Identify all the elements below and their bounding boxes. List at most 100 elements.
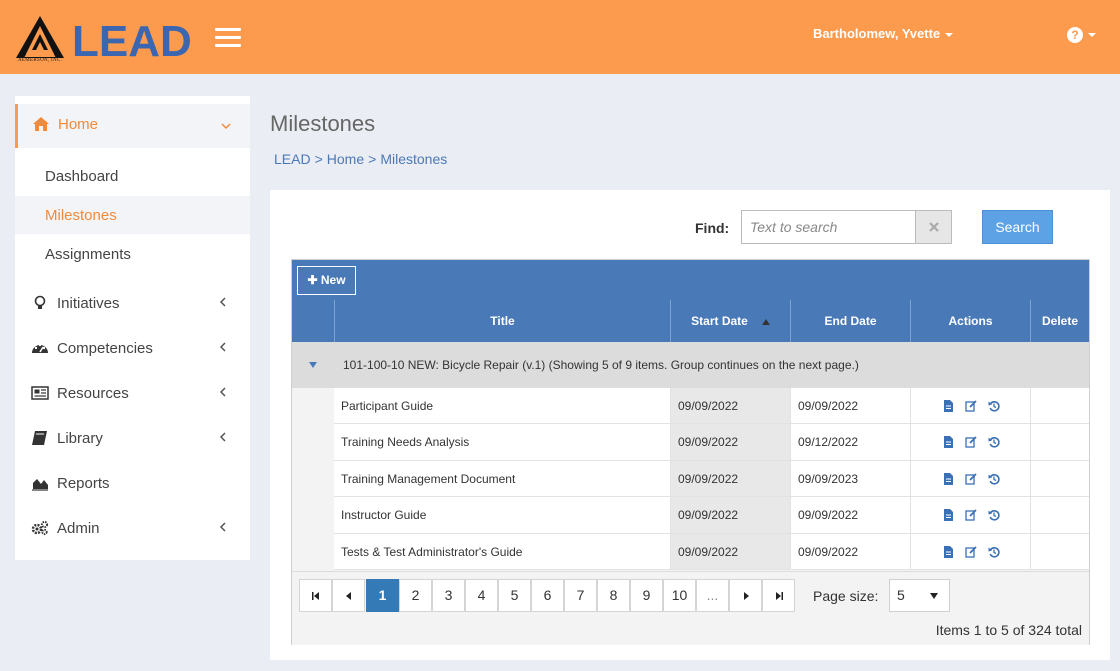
page-size-label: Page size:	[813, 588, 879, 604]
cell-actions	[910, 424, 1030, 460]
cell-end-date: 09/09/2022	[790, 497, 910, 533]
sidebar-subitem-label: Dashboard	[45, 168, 119, 185]
page-button-4[interactable]: 4	[465, 579, 498, 612]
sidebar-subitem-dashboard[interactable]: Dashboard	[15, 157, 250, 195]
breadcrumb-link-home[interactable]: Home	[327, 151, 364, 167]
sidebar-item-initiatives[interactable]: Initiatives	[15, 283, 250, 323]
group-header-row: 101-100-10 NEW: Bicycle Repair (v.1) (Sh…	[292, 342, 1089, 388]
history-icon[interactable]	[988, 509, 1000, 521]
group-column-header	[292, 300, 334, 342]
chevron-left-icon	[219, 432, 226, 442]
sidebar-item-resources[interactable]: Resources	[15, 373, 250, 413]
next-page-button[interactable]	[729, 579, 762, 612]
history-icon[interactable]	[988, 473, 1000, 485]
table-row[interactable]: Tests & Test Administrator's Guide 09/09…	[334, 533, 1089, 570]
cell-start-date: 09/09/2022	[670, 533, 790, 569]
sidebar-item-reports[interactable]: Reports	[15, 463, 250, 503]
caret-down-icon	[945, 32, 954, 37]
help-menu[interactable]: ?	[1067, 26, 1096, 44]
page-button-3[interactable]: 3	[432, 579, 465, 612]
cell-delete	[1030, 497, 1089, 533]
breadcrumb: LEAD > Home > Milestones	[274, 151, 447, 167]
cell-delete	[1030, 533, 1089, 569]
table-row[interactable]: Training Needs Analysis 09/09/2022 09/12…	[334, 424, 1089, 461]
page-button-7[interactable]: 7	[564, 579, 597, 612]
page-size-select[interactable]: 5	[889, 579, 950, 612]
history-icon[interactable]	[988, 546, 1000, 558]
page-button-more[interactable]: ...	[696, 579, 729, 612]
page-button-5[interactable]: 5	[498, 579, 531, 612]
cell-end-date: 09/09/2022	[790, 533, 910, 569]
cell-start-date: 09/09/2022	[670, 424, 790, 460]
sidebar-item-label: Resources	[57, 385, 129, 402]
file-icon[interactable]	[942, 400, 954, 412]
grid-toolbar: ✚ New	[292, 260, 1089, 300]
table-row[interactable]: Instructor Guide 09/09/2022 09/09/2022	[334, 497, 1089, 534]
sidebar-item-admin[interactable]: Admin	[15, 508, 250, 548]
user-menu[interactable]: Bartholomew, Yvette	[813, 26, 954, 41]
prev-page-button[interactable]	[332, 579, 365, 612]
cell-start-date: 09/09/2022	[670, 388, 790, 424]
cell-actions	[910, 497, 1030, 533]
app-logo[interactable]: AEMERSON, INC. LEAD	[16, 14, 196, 66]
grid-pager: 1 2 3 4 5 6 7 8 9 10 ... Page size: 5 It…	[292, 571, 1089, 645]
first-page-button[interactable]	[299, 579, 332, 612]
page-button-9[interactable]: 9	[630, 579, 663, 612]
menu-toggle-icon[interactable]	[215, 28, 241, 48]
logo-mark-icon	[16, 16, 64, 58]
sort-ascending-icon	[761, 318, 770, 325]
sidebar-item-competencies[interactable]: Competencies	[15, 328, 250, 368]
page-button-2[interactable]: 2	[399, 579, 432, 612]
logo-wordmark: LEAD	[72, 17, 192, 60]
caret-down-icon[interactable]	[308, 361, 318, 369]
chevron-left-icon	[219, 522, 226, 532]
next-page-icon	[743, 592, 749, 600]
edit-icon[interactable]	[964, 400, 977, 412]
milestones-grid: ✚ New Title Start Date End Date Actions …	[291, 259, 1090, 645]
clear-search-button[interactable]	[915, 210, 952, 244]
last-page-button[interactable]	[762, 579, 795, 612]
page-button-8[interactable]: 8	[597, 579, 630, 612]
breadcrumb-link-lead[interactable]: LEAD	[274, 151, 311, 167]
column-header-end-date[interactable]: End Date	[790, 300, 910, 342]
page-button-1[interactable]: 1	[366, 579, 399, 612]
cell-end-date: 09/12/2022	[790, 424, 910, 460]
page-button-6[interactable]: 6	[531, 579, 564, 612]
column-header-actions: Actions	[910, 300, 1030, 342]
history-icon[interactable]	[988, 400, 1000, 412]
dashboard-icon	[32, 343, 48, 353]
column-header-title[interactable]: Title	[334, 300, 670, 342]
home-icon	[33, 117, 49, 131]
column-header-start-date[interactable]: Start Date	[670, 300, 790, 342]
pager-info: Items 1 to 5 of 324 total	[935, 622, 1082, 638]
search-input[interactable]	[741, 210, 916, 244]
file-icon[interactable]	[942, 472, 954, 485]
sidebar-subitem-assignments[interactable]: Assignments	[15, 235, 250, 273]
edit-icon[interactable]	[964, 436, 977, 449]
new-button[interactable]: ✚ New	[297, 266, 356, 295]
new-button-label: New	[320, 273, 346, 287]
sidebar-item-home[interactable]: Home	[15, 104, 250, 148]
cell-end-date: 09/09/2022	[790, 388, 910, 424]
table-row[interactable]: Training Management Document 09/09/2022 …	[334, 460, 1089, 498]
history-icon[interactable]	[988, 436, 1000, 448]
edit-icon[interactable]	[964, 545, 977, 558]
file-icon[interactable]	[942, 509, 954, 522]
sidebar-subitem-milestones[interactable]: Milestones	[15, 196, 250, 234]
book-icon	[32, 431, 47, 445]
grid-rows: Participant Guide 09/09/2022 09/09/2022 …	[334, 388, 1089, 570]
page-button-10[interactable]: 10	[663, 579, 696, 612]
sidebar-item-label: Home	[58, 116, 99, 133]
cell-start-date: 09/09/2022	[670, 497, 790, 533]
sidebar-item-library[interactable]: Library	[15, 418, 250, 458]
caret-down-icon	[1088, 32, 1096, 37]
edit-icon[interactable]	[964, 509, 977, 521]
sidebar-item-label: Library	[57, 430, 103, 447]
file-icon[interactable]	[942, 545, 954, 558]
search-button[interactable]: Search	[982, 210, 1053, 244]
edit-icon[interactable]	[964, 473, 977, 485]
lightbulb-icon	[34, 295, 46, 309]
table-row[interactable]: Participant Guide 09/09/2022 09/09/2022	[334, 388, 1089, 425]
file-icon[interactable]	[942, 436, 954, 449]
plus-icon: ✚	[307, 273, 318, 287]
